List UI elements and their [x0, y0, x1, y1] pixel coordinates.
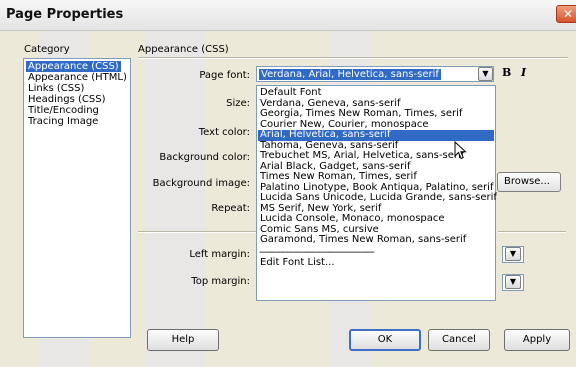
font-option-highlighted[interactable]: Arial, Helvetica, sans-serif: [258, 129, 494, 141]
font-option[interactable]: Georgia, Times New Roman, Times, serif: [258, 108, 494, 120]
category-item-title-encoding[interactable]: Title/Encoding: [26, 105, 101, 116]
italic-button[interactable]: I: [521, 66, 526, 79]
font-option[interactable]: Default Font: [258, 87, 494, 99]
chevron-down-icon: ▼: [482, 69, 489, 78]
font-option[interactable]: Times New Roman, Times, serif: [258, 171, 494, 183]
category-item-links-css[interactable]: Links (CSS): [26, 83, 86, 94]
left-margin-unit-select[interactable]: ▼: [502, 246, 524, 263]
category-item-headings-css[interactable]: Headings (CSS): [26, 94, 107, 105]
page-font-value: Verdana, Arial, Helvetica, sans-serif: [259, 69, 441, 80]
close-icon: ✕: [563, 7, 574, 21]
page-font-label: Page font:: [199, 70, 250, 81]
page-font-dropdown-button[interactable]: ▼: [478, 67, 493, 81]
margin-divider: [138, 231, 256, 233]
apply-button[interactable]: Apply: [504, 329, 570, 351]
font-dropdown-list[interactable]: Default Font Verdana, Geneva, sans-serif…: [256, 85, 497, 301]
mouse-cursor-icon: [454, 141, 467, 160]
margin-divider-right: [498, 231, 566, 233]
chevron-down-icon: ▼: [505, 275, 521, 289]
font-option[interactable]: Garamond, Times New Roman, sans-serif: [258, 234, 494, 246]
category-label: Category: [24, 44, 70, 55]
background-image-label: Background image:: [152, 178, 250, 189]
font-list-separator: ----------------------------------------…: [259, 247, 375, 256]
window-title: Page Properties: [6, 7, 124, 22]
top-margin-unit-select[interactable]: ▼: [502, 274, 524, 291]
top-margin-label: Top margin:: [191, 276, 250, 287]
section-title: Appearance (CSS): [138, 44, 229, 55]
background-color-label: Background color:: [159, 152, 250, 163]
edit-font-list-option[interactable]: Edit Font List...: [258, 257, 494, 269]
category-list[interactable]: Appearance (CSS) Appearance (HTML) Links…: [23, 58, 131, 338]
chevron-down-icon: ▼: [505, 247, 521, 261]
category-item-appearance-html[interactable]: Appearance (HTML): [26, 72, 129, 83]
left-margin-label: Left margin:: [189, 249, 250, 260]
font-option[interactable]: Lucida Sans Unicode, Lucida Grande, sans…: [258, 192, 497, 204]
help-button[interactable]: Help: [147, 329, 219, 351]
category-item-appearance-css[interactable]: Appearance (CSS): [26, 61, 121, 72]
text-color-label: Text color:: [198, 127, 250, 138]
section-divider: [138, 57, 568, 59]
ok-button[interactable]: OK: [349, 329, 421, 351]
size-label: Size:: [226, 98, 250, 109]
cancel-button[interactable]: Cancel: [428, 329, 490, 351]
bold-button[interactable]: B: [502, 66, 511, 79]
category-item-tracing-image[interactable]: Tracing Image: [26, 116, 100, 127]
font-option[interactable]: Lucida Console, Monaco, monospace: [258, 213, 494, 225]
page-font-select[interactable]: Verdana, Arial, Helvetica, sans-serif: [256, 66, 494, 82]
close-button[interactable]: ✕: [556, 5, 576, 23]
repeat-label: Repeat:: [211, 203, 250, 214]
browse-button[interactable]: Browse...: [497, 172, 561, 192]
